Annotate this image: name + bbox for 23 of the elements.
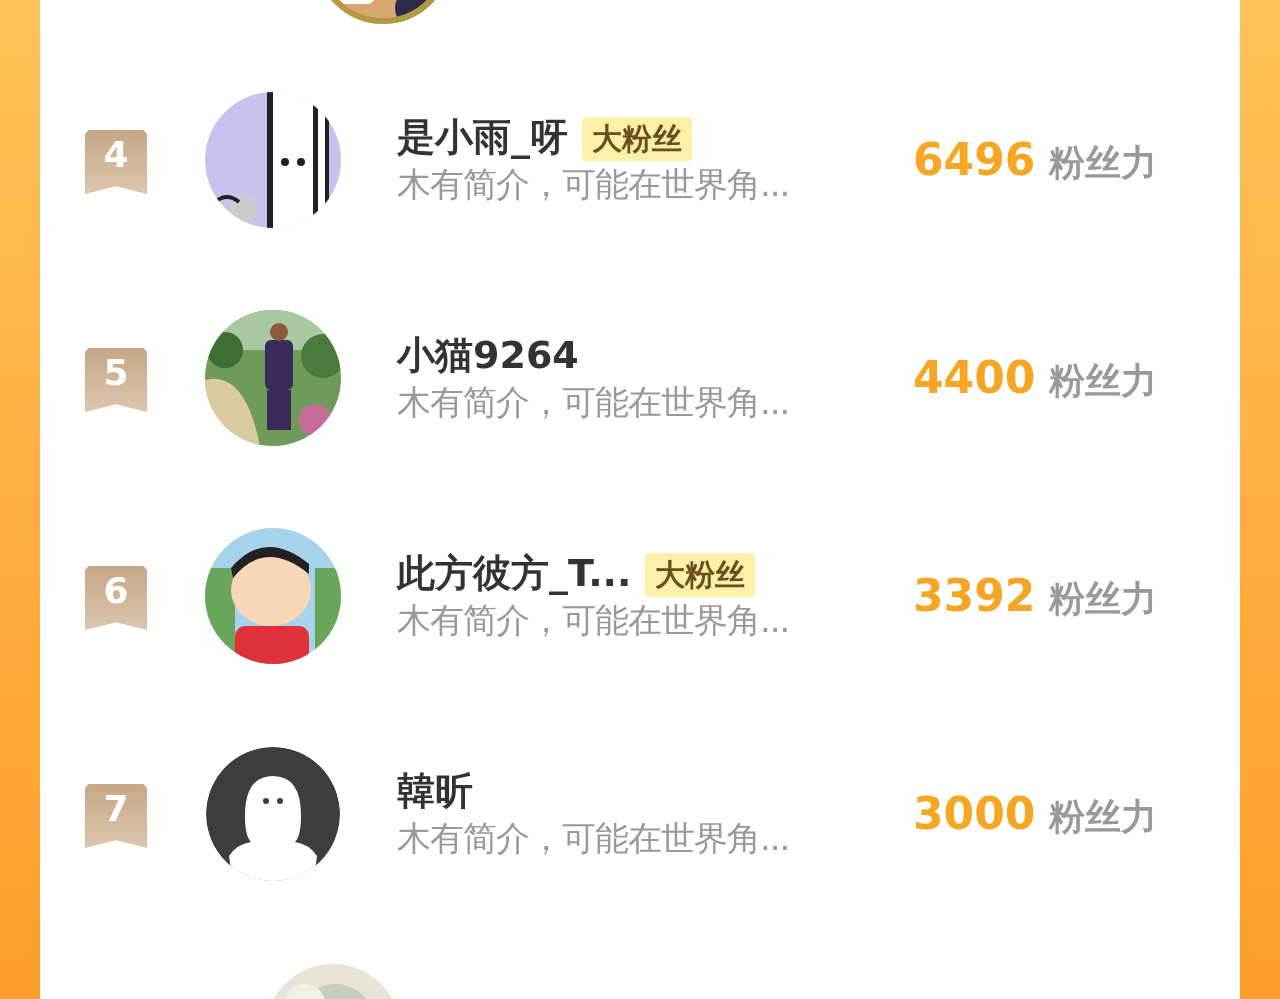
fan-power-score: 6496 [913, 133, 1036, 187]
fan-power-label: 粉丝力 [1049, 359, 1158, 403]
default-avatar-icon [205, 746, 341, 882]
rank-ribbon: 5 [85, 348, 147, 412]
fan-power-label: 粉丝力 [1049, 577, 1158, 621]
user-name[interactable]: 小猫9264 [397, 333, 579, 377]
fan-level-tag: 大粉丝 [645, 553, 756, 598]
user-name[interactable]: 此方彼方_T... [397, 550, 632, 595]
rank-ribbon: 7 [85, 784, 147, 848]
rank-ribbon: 6 [85, 566, 147, 630]
rank-ribbon: 4 [85, 130, 147, 194]
fan-power-label: 粉丝力 [1049, 795, 1158, 839]
fan-power-score: 4400 [913, 351, 1036, 405]
user-intro: 木有简介，可能在世界角... [397, 817, 791, 860]
user-intro: 木有简介，可能在世界角... [397, 163, 791, 207]
user-intro: 木有简介，可能在世界角... [397, 599, 791, 643]
user-intro: 木有简介，可能在世界角... [397, 381, 791, 424]
fan-power-label: 粉丝力 [1049, 141, 1158, 185]
user-name[interactable]: 是小雨_呀 [397, 114, 568, 159]
fan-power-score: 3392 [913, 569, 1036, 623]
user-name[interactable]: 韓昕 [397, 769, 473, 813]
fan-level-tag: 大粉丝 [582, 117, 692, 162]
fan-power-score: 3000 [913, 787, 1036, 841]
